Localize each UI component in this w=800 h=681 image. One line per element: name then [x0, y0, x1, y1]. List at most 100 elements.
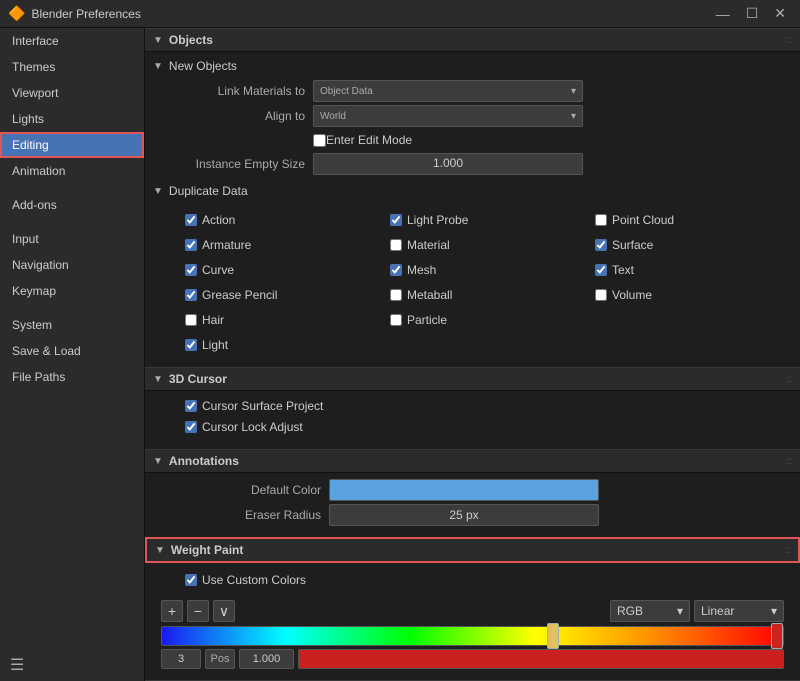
light-probe-label: Light Probe [407, 213, 468, 227]
sidebar-item-lights[interactable]: Lights [0, 106, 144, 132]
mesh-checkbox[interactable] [390, 264, 402, 276]
instance-empty-field[interactable]: 1.000 [313, 153, 583, 175]
maximize-button[interactable]: ☐ [740, 3, 765, 24]
hair-checkbox[interactable] [185, 314, 197, 326]
sidebar-item-file-paths[interactable]: File Paths [0, 364, 144, 390]
objects-section-header[interactable]: ▼ Objects :: [145, 28, 800, 52]
use-custom-colors-checkbox-row: Use Custom Colors [185, 571, 784, 589]
list-item: Grease Pencil [185, 286, 374, 304]
metaball-label: Metaball [407, 288, 452, 302]
light-label: Light [202, 338, 228, 352]
sidebar-item-viewport[interactable]: Viewport [0, 80, 144, 106]
link-materials-row: Link Materials to Object Data ▾ [145, 80, 800, 102]
volume-checkbox[interactable] [595, 289, 607, 301]
material-checkbox[interactable] [390, 239, 402, 251]
menu-icon[interactable]: ☰ [10, 657, 24, 674]
sidebar-item-interface[interactable]: Interface [0, 28, 144, 54]
gradient-handle-mid[interactable] [547, 623, 559, 649]
close-button[interactable]: ✕ [768, 3, 792, 24]
cursor-surface-project-checkbox[interactable] [185, 400, 197, 412]
align-to-value: World [320, 111, 346, 122]
align-to-row: Align to World ▾ [145, 105, 800, 127]
down-button[interactable]: ∨ [213, 600, 235, 622]
annotations-section-label: Annotations [169, 454, 239, 468]
weight-paint-section-header[interactable]: ▼ Weight Paint :: [145, 537, 800, 563]
new-objects-header[interactable]: ▼ New Objects [145, 56, 800, 76]
sidebar-item-save-load[interactable]: Save & Load [0, 338, 144, 364]
link-materials-dropdown[interactable]: Object Data ▾ [313, 80, 583, 102]
linear-value: Linear [701, 604, 734, 618]
sidebar-item-addons[interactable]: Add-ons [0, 192, 144, 218]
duplicate-data-collapse-icon: ▼ [153, 186, 163, 197]
gradient-inputs: 3 Pos 1.000 [145, 646, 800, 672]
annotations-content: Default Color Eraser Radius 25 px [145, 473, 800, 535]
particle-checkbox[interactable] [390, 314, 402, 326]
list-item: Light [185, 336, 374, 354]
annotations-drag-handle: :: [786, 456, 792, 467]
duplicate-data-header[interactable]: ▼ Duplicate Data [145, 181, 800, 201]
curve-checkbox[interactable] [185, 264, 197, 276]
eraser-radius-field[interactable]: 25 px [329, 504, 599, 526]
text-checkbox[interactable] [595, 264, 607, 276]
cursor-lock-adjust-checkbox[interactable] [185, 421, 197, 433]
sidebar-item-animation[interactable]: Animation [0, 158, 144, 184]
remove-stop-button[interactable]: − [187, 600, 209, 622]
metaball-checkbox[interactable] [390, 289, 402, 301]
sidebar-item-editing[interactable]: Editing [0, 132, 144, 158]
window-title: Blender Preferences [31, 7, 140, 21]
light-probe-checkbox[interactable] [390, 214, 402, 226]
cursor-section-header[interactable]: ▼ 3D Cursor :: [145, 367, 800, 391]
grease-pencil-checkbox[interactable] [185, 289, 197, 301]
cursor-collapse-icon: ▼ [153, 374, 163, 385]
gradient-bar[interactable] [161, 626, 784, 646]
sidebar-item-system[interactable]: System [0, 312, 144, 338]
action-checkbox[interactable] [185, 214, 197, 226]
light-checkbox[interactable] [185, 339, 197, 351]
surface-label: Surface [612, 238, 653, 252]
title-bar: 🔶 Blender Preferences — ☐ ✕ [0, 0, 800, 28]
instance-empty-control: 1.000 [313, 153, 583, 175]
point-cloud-checkbox[interactable] [595, 214, 607, 226]
material-label: Material [407, 238, 450, 252]
gradient-controls: + − ∨ RGB ▾ Linear ▾ [145, 596, 800, 626]
list-item: Text [595, 261, 784, 279]
link-materials-control: Object Data ▾ [313, 80, 583, 102]
action-label: Action [202, 213, 235, 227]
cursor-lock-adjust-row: Cursor Lock Adjust [185, 418, 784, 436]
link-materials-value: Object Data [320, 86, 373, 97]
annotations-collapse-icon: ▼ [153, 456, 163, 467]
linear-chevron: ▾ [771, 604, 777, 618]
pos-value-field[interactable]: 1.000 [239, 649, 294, 669]
annotations-section-header[interactable]: ▼ Annotations :: [145, 449, 800, 473]
default-color-row: Default Color [161, 479, 784, 501]
sidebar-item-keymap[interactable]: Keymap [0, 278, 144, 304]
linear-dropdown[interactable]: Linear ▾ [694, 600, 784, 622]
gradient-index-field[interactable]: 3 [161, 649, 201, 669]
align-to-dropdown[interactable]: World ▾ [313, 105, 583, 127]
link-materials-chevron: ▾ [571, 86, 576, 97]
surface-checkbox[interactable] [595, 239, 607, 251]
new-objects-label: New Objects [169, 59, 237, 73]
use-custom-colors-checkbox[interactable] [185, 574, 197, 586]
instance-empty-label: Instance Empty Size [153, 157, 313, 171]
armature-label: Armature [202, 238, 251, 252]
gradient-color-swatch[interactable] [298, 649, 784, 669]
sidebar-item-themes[interactable]: Themes [0, 54, 144, 80]
sidebar-item-input[interactable]: Input [0, 226, 144, 252]
enter-edit-mode-row: Enter Edit Mode [145, 130, 800, 150]
enter-edit-mode-checkbox[interactable] [313, 134, 326, 147]
align-to-chevron: ▾ [571, 111, 576, 122]
pos-label: Pos [205, 649, 235, 669]
add-stop-button[interactable]: + [161, 600, 183, 622]
minimize-button[interactable]: — [710, 3, 736, 24]
objects-section-label: Objects [169, 33, 213, 47]
rgb-dropdown[interactable]: RGB ▾ [610, 600, 690, 622]
cursor-surface-project-label: Cursor Surface Project [202, 399, 323, 413]
default-color-swatch[interactable] [329, 479, 599, 501]
list-item: Volume [595, 286, 784, 304]
armature-checkbox[interactable] [185, 239, 197, 251]
gradient-handle-right[interactable] [771, 623, 783, 649]
sidebar-item-navigation[interactable]: Navigation [0, 252, 144, 278]
hair-label: Hair [202, 313, 224, 327]
enter-edit-mode-label: Enter Edit Mode [326, 133, 412, 147]
